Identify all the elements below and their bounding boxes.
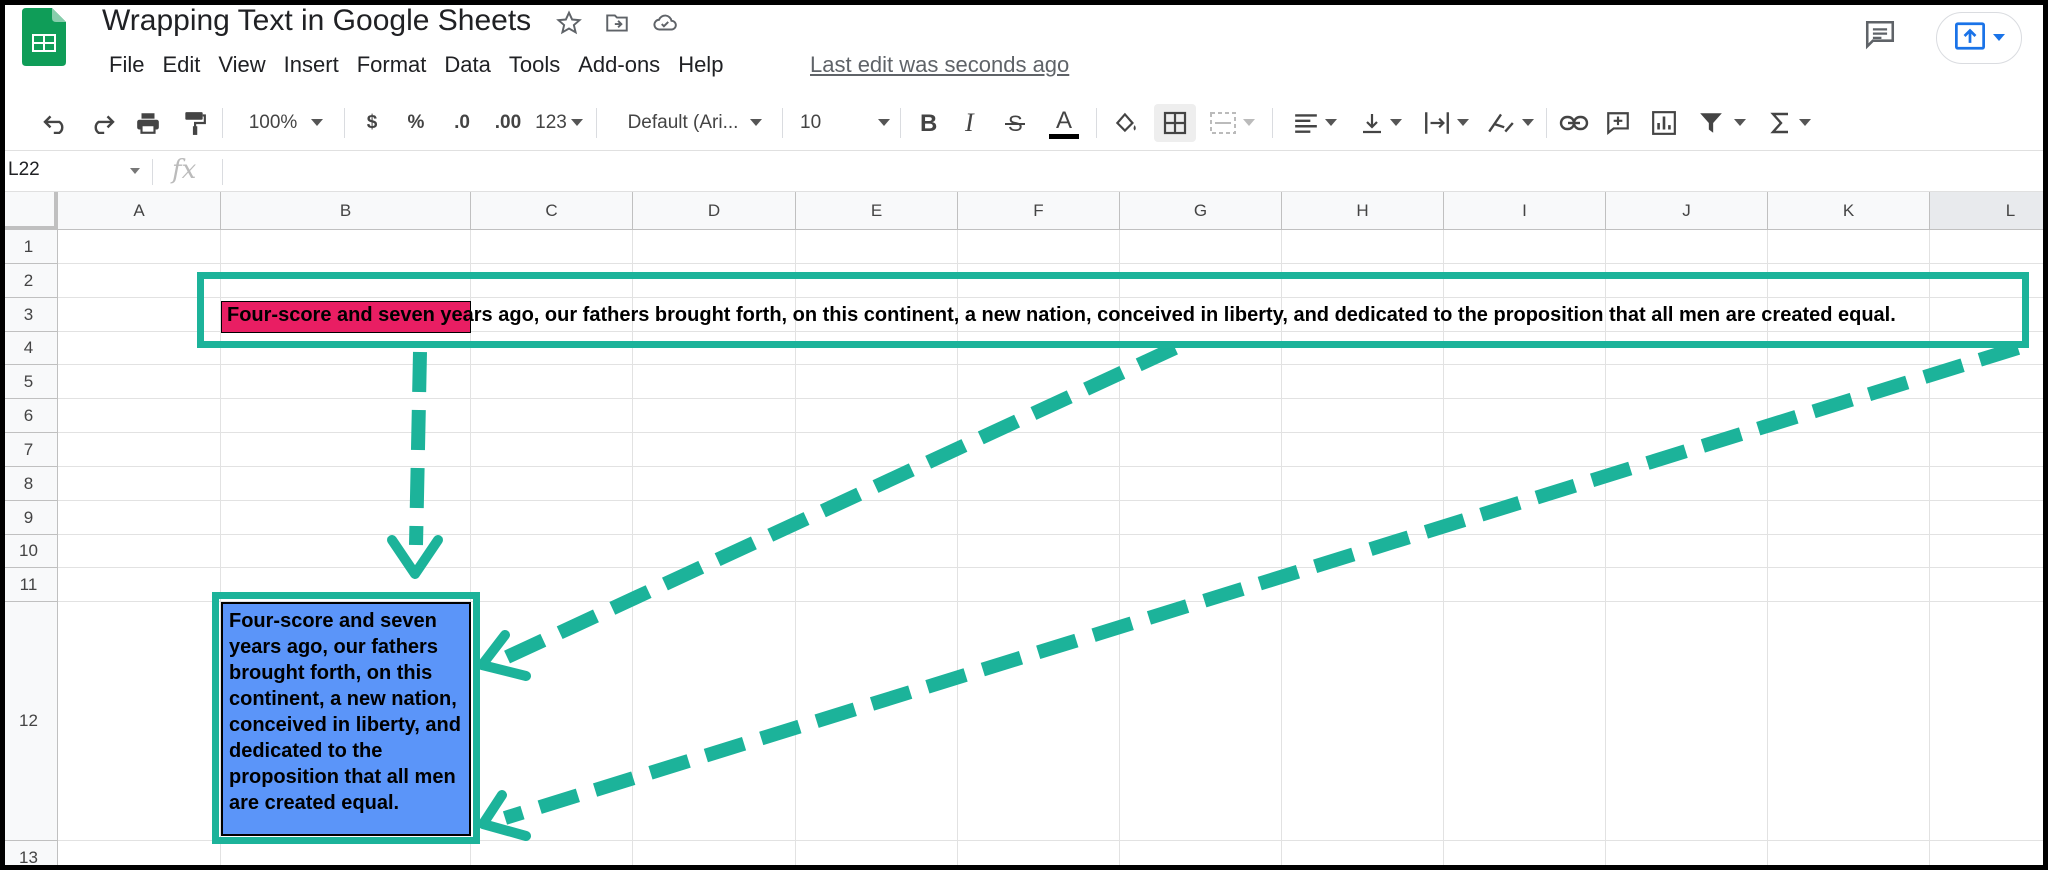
arrow-diagonal-middle-dashed xyxy=(502,341,1178,665)
annotation-arrows xyxy=(387,341,2021,841)
arrow-down-dashed xyxy=(409,351,427,546)
arrow-diagonal-long-dashed xyxy=(502,341,2021,825)
arrowhead-down xyxy=(387,535,443,579)
